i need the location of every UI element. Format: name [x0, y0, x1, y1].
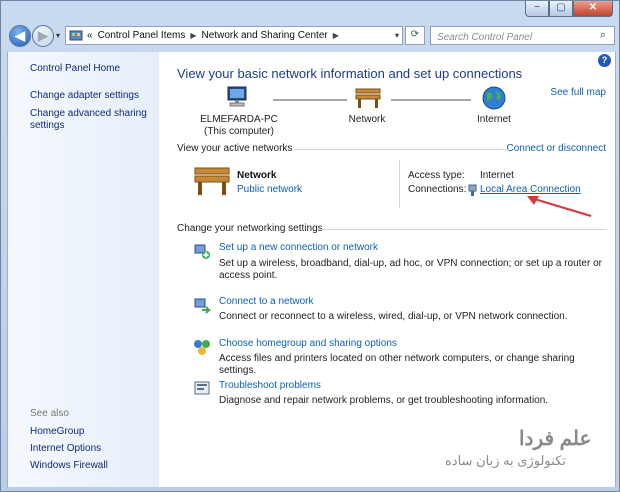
address-prefix[interactable]: « — [87, 30, 93, 41]
task-setup-connection-link[interactable]: Set up a new connection or network — [219, 242, 378, 253]
chevron-right-icon[interactable]: ▶ — [333, 31, 339, 40]
chevron-right-icon[interactable]: ▶ — [190, 31, 196, 40]
task-setup-connection-desc: Set up a wireless, broadband, dial-up, a… — [219, 258, 602, 281]
address-toolbar: ◀ ▶ ▾ « Control Panel Items ▶ Network an… — [7, 23, 615, 49]
close-button[interactable]: ✕ — [573, 1, 613, 17]
active-networks-label: View your active networks — [177, 143, 293, 154]
connect-network-icon — [194, 298, 211, 314]
sidebar: Control Panel Home Change adapter settin… — [7, 52, 160, 487]
vertical-divider — [399, 160, 400, 208]
task-connect-network-link[interactable]: Connect to a network — [219, 296, 314, 307]
history-dropdown-icon[interactable]: ▾ — [56, 31, 60, 40]
troubleshoot-icon — [194, 381, 210, 395]
map-connector — [273, 99, 347, 101]
main-content: ? View your basic network information an… — [159, 52, 616, 487]
connections-label: Connections: — [408, 184, 467, 195]
sidebar-link-homegroup[interactable]: HomeGroup — [30, 426, 158, 438]
task-connect-network-desc: Connect or reconnect to a wireless, wire… — [219, 311, 568, 322]
map-internet-label: Internet — [477, 114, 511, 125]
window-controls: − ▢ ✕ — [525, 1, 613, 17]
address-segment-network-sharing-center[interactable]: Network and Sharing Center — [202, 30, 328, 41]
access-type-value: Internet — [480, 170, 514, 181]
sidebar-link-change-advanced-sharing[interactable]: Change advanced sharing settings — [30, 108, 158, 132]
bench-icon — [194, 167, 230, 195]
connect-disconnect-link[interactable]: Connect or disconnect — [506, 143, 606, 154]
watermark-subtitle: تکنولوژی به زبان ساده — [445, 453, 566, 468]
access-type-label: Access type: — [408, 170, 465, 181]
map-connector — [391, 99, 471, 101]
section-divider — [294, 149, 509, 150]
task-troubleshoot-desc: Diagnose and repair network problems, or… — [219, 395, 549, 406]
control-panel-window: − ▢ ✕ ◀ ▶ ▾ « Control Panel Items ▶ Netw… — [0, 0, 620, 492]
back-button[interactable]: ◀ — [9, 25, 31, 47]
active-network-name: Network — [237, 170, 277, 181]
sidebar-link-internet-options[interactable]: Internet Options — [30, 443, 158, 455]
change-settings-label: Change your networking settings — [177, 223, 323, 234]
search-icon[interactable]: ⌕ — [600, 29, 606, 42]
refresh-button[interactable]: ⟳ — [405, 26, 425, 45]
sidebar-link-control-panel-home[interactable]: Control Panel Home — [30, 63, 158, 75]
map-network-label: Network — [348, 114, 386, 125]
page-title: View your basic network information and … — [177, 66, 523, 81]
address-dropdown-icon[interactable]: ▾ — [395, 31, 399, 40]
network-type-link[interactable]: Public network — [237, 184, 302, 195]
address-bar[interactable]: « Control Panel Items ▶ Network and Shar… — [65, 26, 403, 45]
sidebar-link-change-adapter-settings[interactable]: Change adapter settings — [30, 90, 158, 102]
forward-button[interactable]: ▶ — [32, 25, 54, 47]
bench-icon — [355, 88, 381, 108]
globe-icon — [482, 86, 506, 110]
watermark-title: علم فردا — [519, 428, 592, 450]
help-icon[interactable]: ? — [598, 54, 611, 67]
computer-icon — [227, 86, 247, 107]
task-homegroup-link[interactable]: Choose homegroup and sharing options — [219, 338, 397, 349]
sidebar-link-windows-firewall[interactable]: Windows Firewall — [30, 460, 158, 472]
arrow-annotation — [527, 196, 592, 217]
section-divider — [317, 229, 607, 230]
new-connection-icon — [194, 244, 210, 259]
homegroup-icon — [194, 340, 210, 355]
ethernet-icon — [468, 184, 477, 196]
map-computer-name: ELMEFARDA-PC — [200, 114, 278, 125]
minimize-button[interactable]: − — [525, 1, 549, 17]
maximize-button[interactable]: ▢ — [549, 1, 573, 17]
address-segment-control-panel-items[interactable]: Control Panel Items — [98, 30, 186, 41]
task-troubleshoot-link[interactable]: Troubleshoot problems — [219, 380, 321, 391]
map-computer-sub: (This computer) — [203, 126, 274, 137]
see-also-label: See also — [30, 408, 69, 419]
search-input[interactable] — [430, 26, 615, 45]
control-panel-icon — [69, 30, 83, 40]
task-homegroup-desc: Access files and printers located on oth… — [219, 353, 575, 376]
see-full-map-link[interactable]: See full map — [550, 87, 606, 98]
